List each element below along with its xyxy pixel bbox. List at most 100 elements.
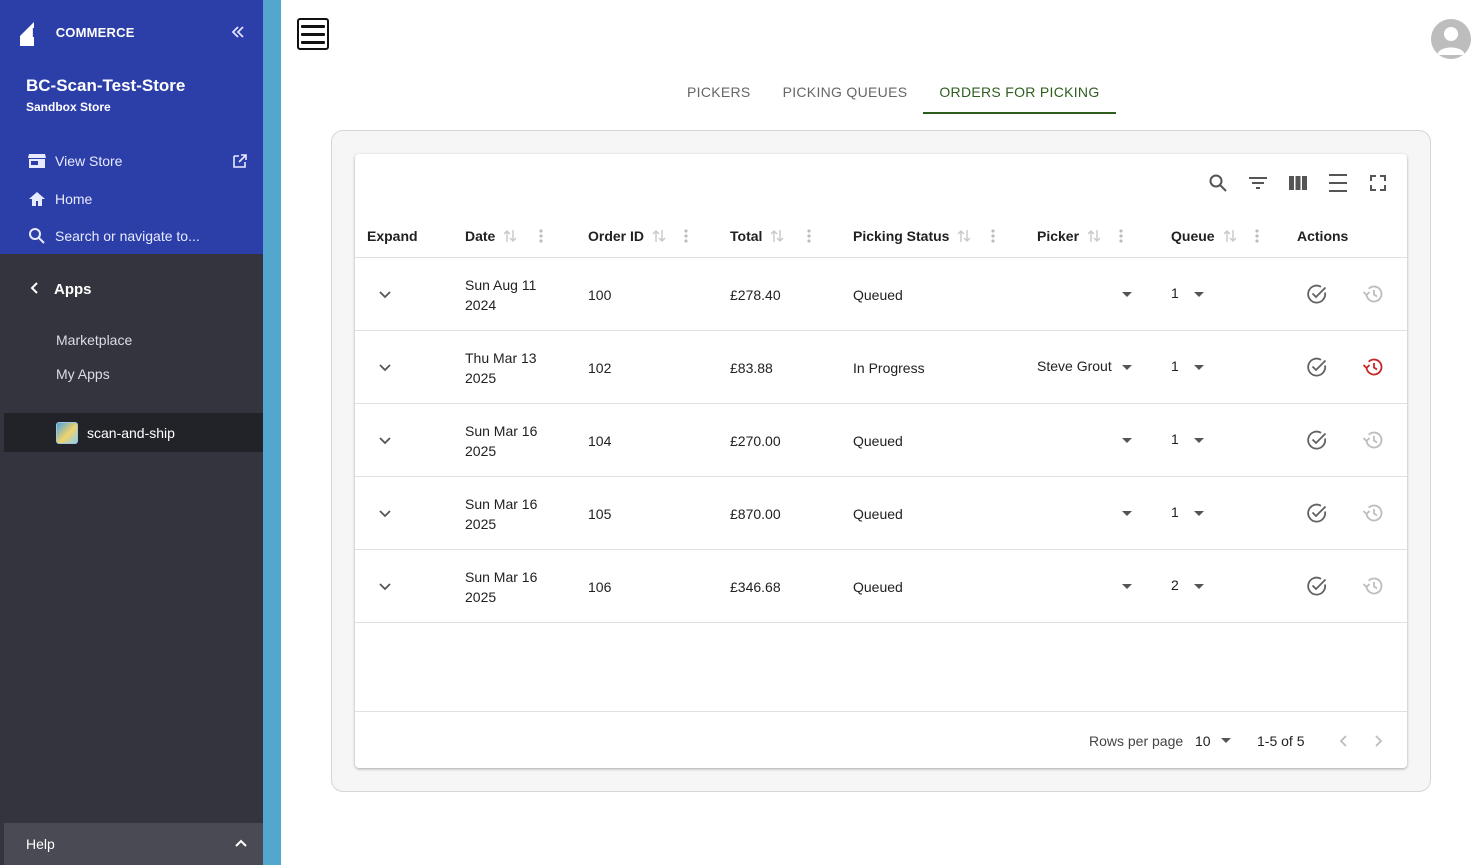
mark-picked-button[interactable] (1304, 354, 1330, 380)
expand-row-button[interactable] (375, 258, 395, 331)
menu-line (301, 40, 325, 44)
history-button[interactable] (1360, 500, 1386, 526)
external-link-icon[interactable] (232, 153, 248, 169)
history-icon (1362, 358, 1383, 376)
orders-table: Expand Date Order ID Total Picking Statu… (355, 154, 1407, 768)
fullscreen-button[interactable] (1365, 170, 1391, 196)
mark-picked-button[interactable] (1304, 281, 1330, 307)
expand-row-button[interactable] (375, 404, 395, 477)
chevron-up-icon (235, 836, 247, 850)
rows-per-page-select[interactable]: 10 (1195, 712, 1231, 769)
sort-icon[interactable] (957, 228, 971, 244)
collapse-sidebar-button[interactable] (228, 24, 248, 44)
column-header-order-id[interactable]: Order ID (588, 214, 666, 258)
nav-home[interactable]: Home (28, 187, 92, 211)
column-menu-picking-status[interactable] (991, 214, 995, 258)
caret-down-icon (1122, 292, 1132, 297)
mark-picked-button[interactable] (1304, 500, 1330, 526)
menu-button[interactable] (297, 18, 329, 50)
cell-order-id: 105 (588, 505, 612, 522)
help-bar[interactable]: Help (4, 823, 263, 865)
tab-orders-for-picking[interactable]: ORDERS FOR PICKING (923, 70, 1116, 114)
column-header-queue[interactable]: Queue (1171, 214, 1237, 258)
queue-select[interactable]: 1 (1171, 402, 1205, 475)
history-button[interactable] (1360, 573, 1386, 599)
nav-view-store[interactable]: View Store (28, 149, 122, 173)
queue-value: 1 (1171, 430, 1179, 447)
rows-per-page-label: Rows per page (1089, 732, 1184, 749)
rows-per-page-value: 10 (1195, 732, 1211, 749)
caret-down-icon (1122, 365, 1132, 370)
tab-pickers[interactable]: PICKERS (671, 70, 767, 114)
column-header-date[interactable]: Date (465, 214, 517, 258)
date-year: 2025 (465, 369, 497, 386)
cell-picking-status: In Progress (853, 359, 925, 376)
column-menu-queue[interactable] (1255, 214, 1259, 258)
nav-marketplace[interactable]: Marketplace (56, 332, 132, 348)
history-button[interactable] (1360, 354, 1386, 380)
queue-value: 1 (1171, 284, 1179, 301)
picker-select[interactable]: Steve Grout (1037, 329, 1133, 402)
column-menu-order-id[interactable] (684, 214, 688, 258)
column-menu-picker[interactable] (1119, 214, 1123, 258)
sort-icon[interactable] (503, 228, 517, 244)
nav-my-apps[interactable]: My Apps (56, 366, 110, 382)
column-header-total[interactable]: Total (730, 214, 784, 258)
more-vert-icon (1119, 229, 1123, 243)
sort-icon[interactable] (652, 228, 666, 244)
sort-icon[interactable] (770, 228, 784, 244)
picker-select[interactable] (1037, 548, 1133, 621)
filter-button[interactable] (1245, 170, 1271, 196)
column-menu-date[interactable] (539, 214, 543, 258)
nav-app-scan-and-ship[interactable]: scan-and-ship (4, 413, 263, 452)
nav-view-store-label: View Store (55, 153, 123, 169)
nav-search[interactable]: Search or navigate to... (28, 224, 200, 248)
table-row: Thu Mar 13 2025 102 £83.88 In Progress S… (355, 331, 1407, 404)
date-line: Sun Mar 16 (465, 495, 538, 512)
queue-select[interactable]: 2 (1171, 548, 1205, 621)
cell-date: Thu Mar 13 2025 (465, 331, 537, 404)
mark-picked-button[interactable] (1304, 427, 1330, 453)
picker-select[interactable] (1037, 256, 1133, 329)
column-header-label: Date (465, 228, 496, 244)
previous-page-button[interactable] (1339, 712, 1349, 769)
cell-total: £270.00 (730, 432, 781, 449)
person-icon (1437, 27, 1465, 55)
table-row: Sun Mar 16 2025 106 £346.68 Queued 2 (355, 550, 1407, 623)
columns-button[interactable] (1285, 170, 1311, 196)
column-header-picker[interactable]: Picker (1037, 214, 1101, 258)
user-avatar[interactable] (1431, 19, 1471, 59)
cell-total: £278.40 (730, 286, 781, 303)
queue-select[interactable]: 1 (1171, 475, 1205, 548)
queue-select[interactable]: 1 (1171, 256, 1205, 329)
mark-picked-button[interactable] (1304, 573, 1330, 599)
picker-select[interactable] (1037, 402, 1133, 475)
sort-icon[interactable] (1087, 228, 1101, 244)
more-vert-icon (684, 229, 688, 243)
check-circle-icon (1307, 357, 1327, 377)
nav-apps[interactable]: Apps (30, 278, 92, 300)
expand-row-button[interactable] (375, 331, 395, 404)
column-menu-total[interactable] (807, 214, 811, 258)
more-vert-icon (1255, 229, 1259, 243)
expand-row-button[interactable] (375, 550, 395, 623)
next-page-button[interactable] (1373, 712, 1383, 769)
sort-icon[interactable] (1223, 228, 1237, 244)
logo-big: BIG (32, 25, 56, 40)
tab-picking-queues[interactable]: PICKING QUEUES (767, 70, 924, 114)
search-button[interactable] (1205, 170, 1231, 196)
date-line: Sun Mar 16 (465, 568, 538, 585)
more-vert-icon (991, 229, 995, 243)
nav-home-label: Home (55, 191, 93, 207)
history-button[interactable] (1360, 427, 1386, 453)
bigcommerce-logo[interactable]: BIGCOMMERCE (18, 16, 135, 46)
picker-select[interactable] (1037, 475, 1133, 548)
column-header-label: Queue (1171, 228, 1215, 244)
queue-select[interactable]: 1 (1171, 329, 1205, 402)
date-line: Sun Aug 11 (465, 276, 537, 293)
check-circle-icon (1307, 576, 1327, 596)
density-button[interactable] (1325, 170, 1351, 196)
history-button[interactable] (1360, 281, 1386, 307)
expand-row-button[interactable] (375, 477, 395, 550)
column-header-picking-status[interactable]: Picking Status (853, 214, 971, 258)
